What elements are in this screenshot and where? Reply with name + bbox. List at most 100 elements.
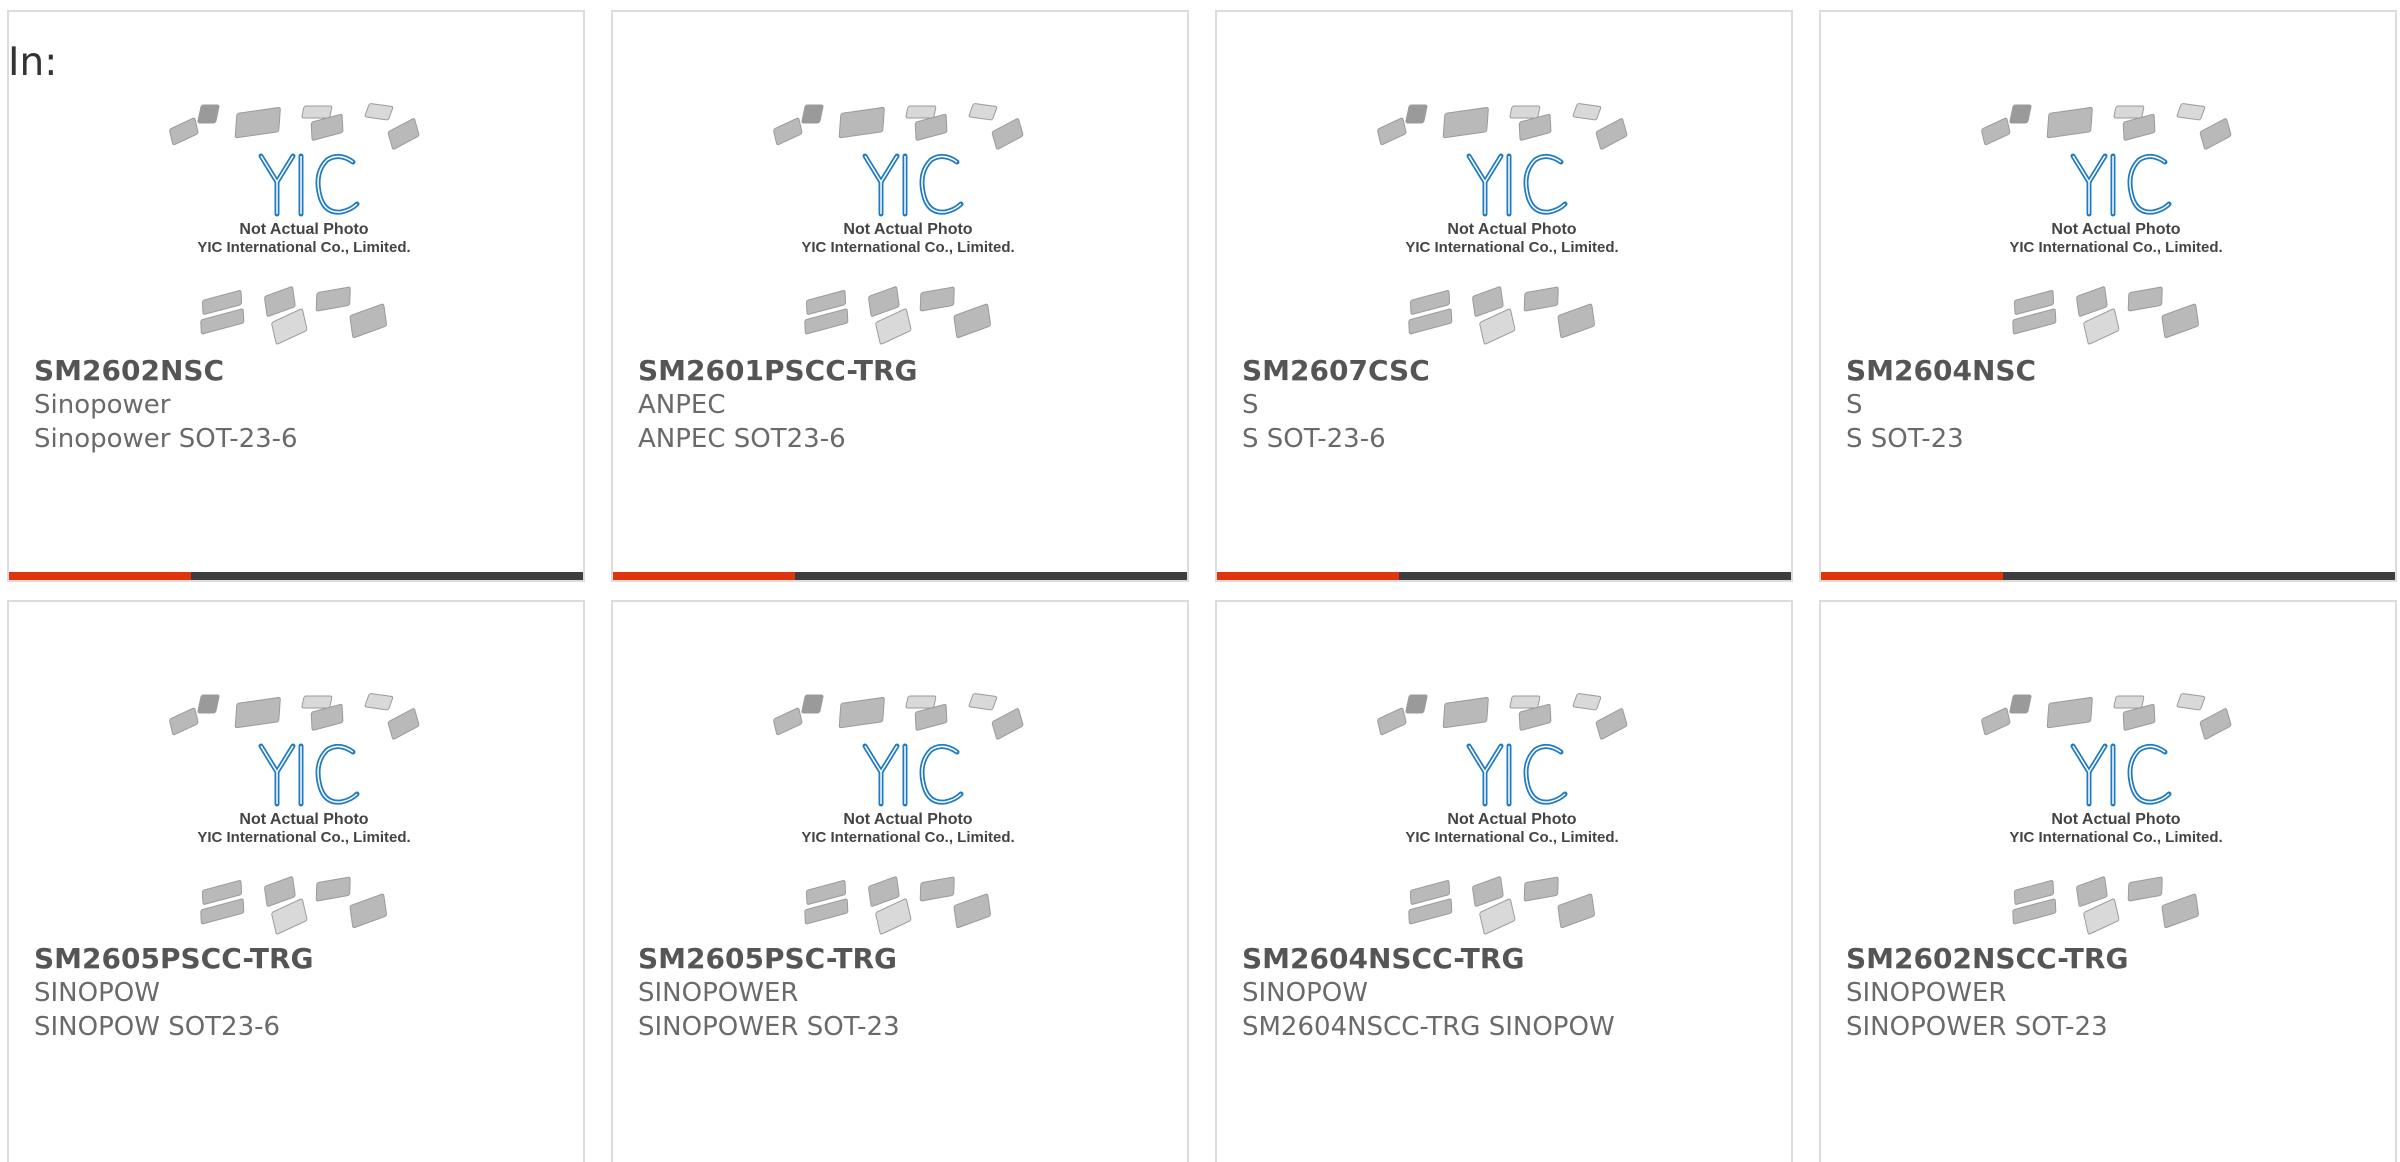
part-number[interactable]: SM2605PSC-TRG (638, 942, 900, 976)
not-actual-photo-graphic: Not Actual PhotoYIC International Co., L… (1377, 693, 1628, 935)
part-number[interactable]: SM2607CSC (1242, 354, 1430, 388)
chip-icon (1472, 286, 1504, 317)
chip-icons-bottom (200, 286, 387, 345)
chip-icon (2113, 105, 2145, 119)
placeholder-photo: Not Actual Photo YIC International Co., L… (773, 102, 1043, 352)
chip-icon (2199, 118, 2232, 150)
chip-icon (991, 118, 1024, 150)
chip-icon (1572, 693, 1602, 711)
chip-icon (2176, 693, 2206, 711)
product-card[interactable]: Not Actual Photo YIC International Co., L… (1215, 10, 1793, 582)
chip-icons-bottom (1408, 286, 1595, 345)
caption-company-name: YIC International Co., Limited. (1405, 239, 1618, 256)
not-actual-photo-graphic: Not Actual PhotoYIC International Co., L… (773, 693, 1024, 935)
product-info: SM2605PSC-TRG SINOPOWER SINOPOWER SOT-23 (638, 942, 900, 1044)
not-actual-photo-graphic: Not Actual PhotoYIC International Co., L… (169, 693, 420, 935)
chip-icon (2176, 103, 2206, 121)
description: S SOT-23-6 (1242, 424, 1386, 454)
chip-icons-bottom (200, 876, 387, 935)
chip-icons-top (1981, 103, 2232, 150)
chip-icons-top (1377, 693, 1628, 740)
description: SM2604NSCC-TRG SINOPOW (1242, 1012, 1615, 1042)
product-card[interactable]: Not Actual Photo YIC International Co., L… (7, 600, 585, 1162)
placeholder-photo: Not Actual Photo YIC International Co., L… (1981, 692, 2251, 942)
caption-not-actual-photo: Not Actual Photo (2051, 221, 2180, 238)
description: ANPEC SOT23-6 (638, 424, 846, 454)
card-footer-bar (1821, 572, 2395, 580)
product-info: SM2602NSC Sinopower Sinopower SOT-23-6 (34, 354, 298, 456)
caption-not-actual-photo: Not Actual Photo (843, 811, 972, 828)
chip-icon (169, 707, 199, 736)
product-card[interactable]: Not Actual Photo YIC International Co., L… (1819, 10, 2397, 582)
chip-icon (838, 697, 885, 729)
placeholder-photo: Not Actual Photo YIC International Co., L… (169, 102, 439, 352)
caption-company-name: YIC International Co., Limited. (2009, 239, 2222, 256)
chip-icon (234, 107, 281, 139)
product-grid-page: In: Not Actual Photo YIC International Co… (0, 0, 2400, 1162)
product-info: SM2604NSC S S SOT-23 (1846, 354, 2036, 456)
caption-company-name: YIC International Co., Limited. (1405, 829, 1618, 846)
manufacturer: SINOPOWER (638, 978, 799, 1008)
chip-icon (234, 697, 281, 729)
product-card[interactable]: Not Actual Photo YIC International Co., L… (1215, 600, 1793, 1162)
part-number[interactable]: SM2605PSCC-TRG (34, 942, 314, 976)
chip-icon (968, 103, 998, 121)
chip-icon (301, 695, 333, 709)
chip-icon (1981, 707, 2011, 736)
placeholder-photo: Not Actual Photo YIC International Co., L… (773, 692, 1043, 942)
chip-icon (364, 103, 394, 121)
filter-label: In: (8, 40, 58, 85)
placeholder-photo: Not Actual Photo YIC International Co., L… (169, 692, 439, 942)
placeholder-photo: Not Actual Photo YIC International Co., L… (1377, 692, 1647, 942)
chip-icon (1442, 697, 1489, 729)
part-number[interactable]: SM2602NSCC-TRG (1846, 942, 2128, 976)
part-number[interactable]: SM2602NSC (34, 354, 298, 388)
chip-icon (1377, 117, 1407, 146)
chip-icon (2009, 694, 2032, 714)
chip-icon (968, 693, 998, 711)
part-number[interactable]: SM2604NSC (1846, 354, 2036, 388)
chip-icons-bottom (1408, 876, 1595, 935)
part-number[interactable]: SM2601PSCC-TRG (638, 354, 918, 388)
yic-logo-icon (1466, 743, 1568, 807)
chip-icon (773, 117, 803, 146)
chip-icon (1595, 708, 1628, 740)
chip-icons-bottom (804, 286, 991, 345)
manufacturer: SINOPOW (1242, 978, 1368, 1008)
caption-not-actual-photo: Not Actual Photo (2051, 811, 2180, 828)
product-card[interactable]: Not Actual Photo YIC International Co., L… (611, 10, 1189, 582)
yic-logo-icon (258, 153, 360, 217)
product-grid: Not Actual Photo YIC International Co., L… (0, 0, 2400, 1162)
product-card[interactable]: Not Actual Photo YIC International Co., L… (1819, 600, 2397, 1162)
caption-company-name: YIC International Co., Limited. (801, 239, 1014, 256)
chip-icon (801, 694, 824, 714)
chip-icon (1405, 104, 1428, 124)
chip-icons-bottom (2012, 286, 2199, 345)
chip-icons-bottom (2012, 876, 2199, 935)
chip-icon (315, 876, 351, 902)
yic-logo-icon (2070, 153, 2172, 217)
manufacturer: SINOPOW (34, 978, 160, 1008)
chip-icon (919, 876, 955, 902)
chip-icon (919, 286, 955, 312)
product-info: SM2607CSC S S SOT-23-6 (1242, 354, 1430, 456)
chip-icons-bottom (804, 876, 991, 935)
yic-logo-icon (862, 153, 964, 217)
placeholder-photo: Not Actual Photo YIC International Co., L… (1377, 102, 1647, 352)
part-number[interactable]: SM2604NSCC-TRG (1242, 942, 1615, 976)
yic-logo-icon (2070, 743, 2172, 807)
chip-icon (1595, 118, 1628, 150)
manufacturer: SINOPOWER (1846, 978, 2007, 1008)
product-card[interactable]: Not Actual Photo YIC International Co., L… (611, 600, 1189, 1162)
description: S SOT-23 (1846, 424, 1964, 454)
product-card[interactable]: Not Actual Photo YIC International Co., L… (7, 10, 585, 582)
chip-icon (2199, 708, 2232, 740)
chip-icon (1472, 876, 1504, 907)
chip-icon (801, 104, 824, 124)
not-actual-photo-graphic: Not Actual PhotoYIC International Co., L… (169, 103, 420, 345)
caption-not-actual-photo: Not Actual Photo (1447, 811, 1576, 828)
chip-icon (1523, 876, 1559, 902)
chip-icon (387, 118, 420, 150)
chip-icon (197, 694, 220, 714)
card-footer-accent (613, 572, 795, 580)
